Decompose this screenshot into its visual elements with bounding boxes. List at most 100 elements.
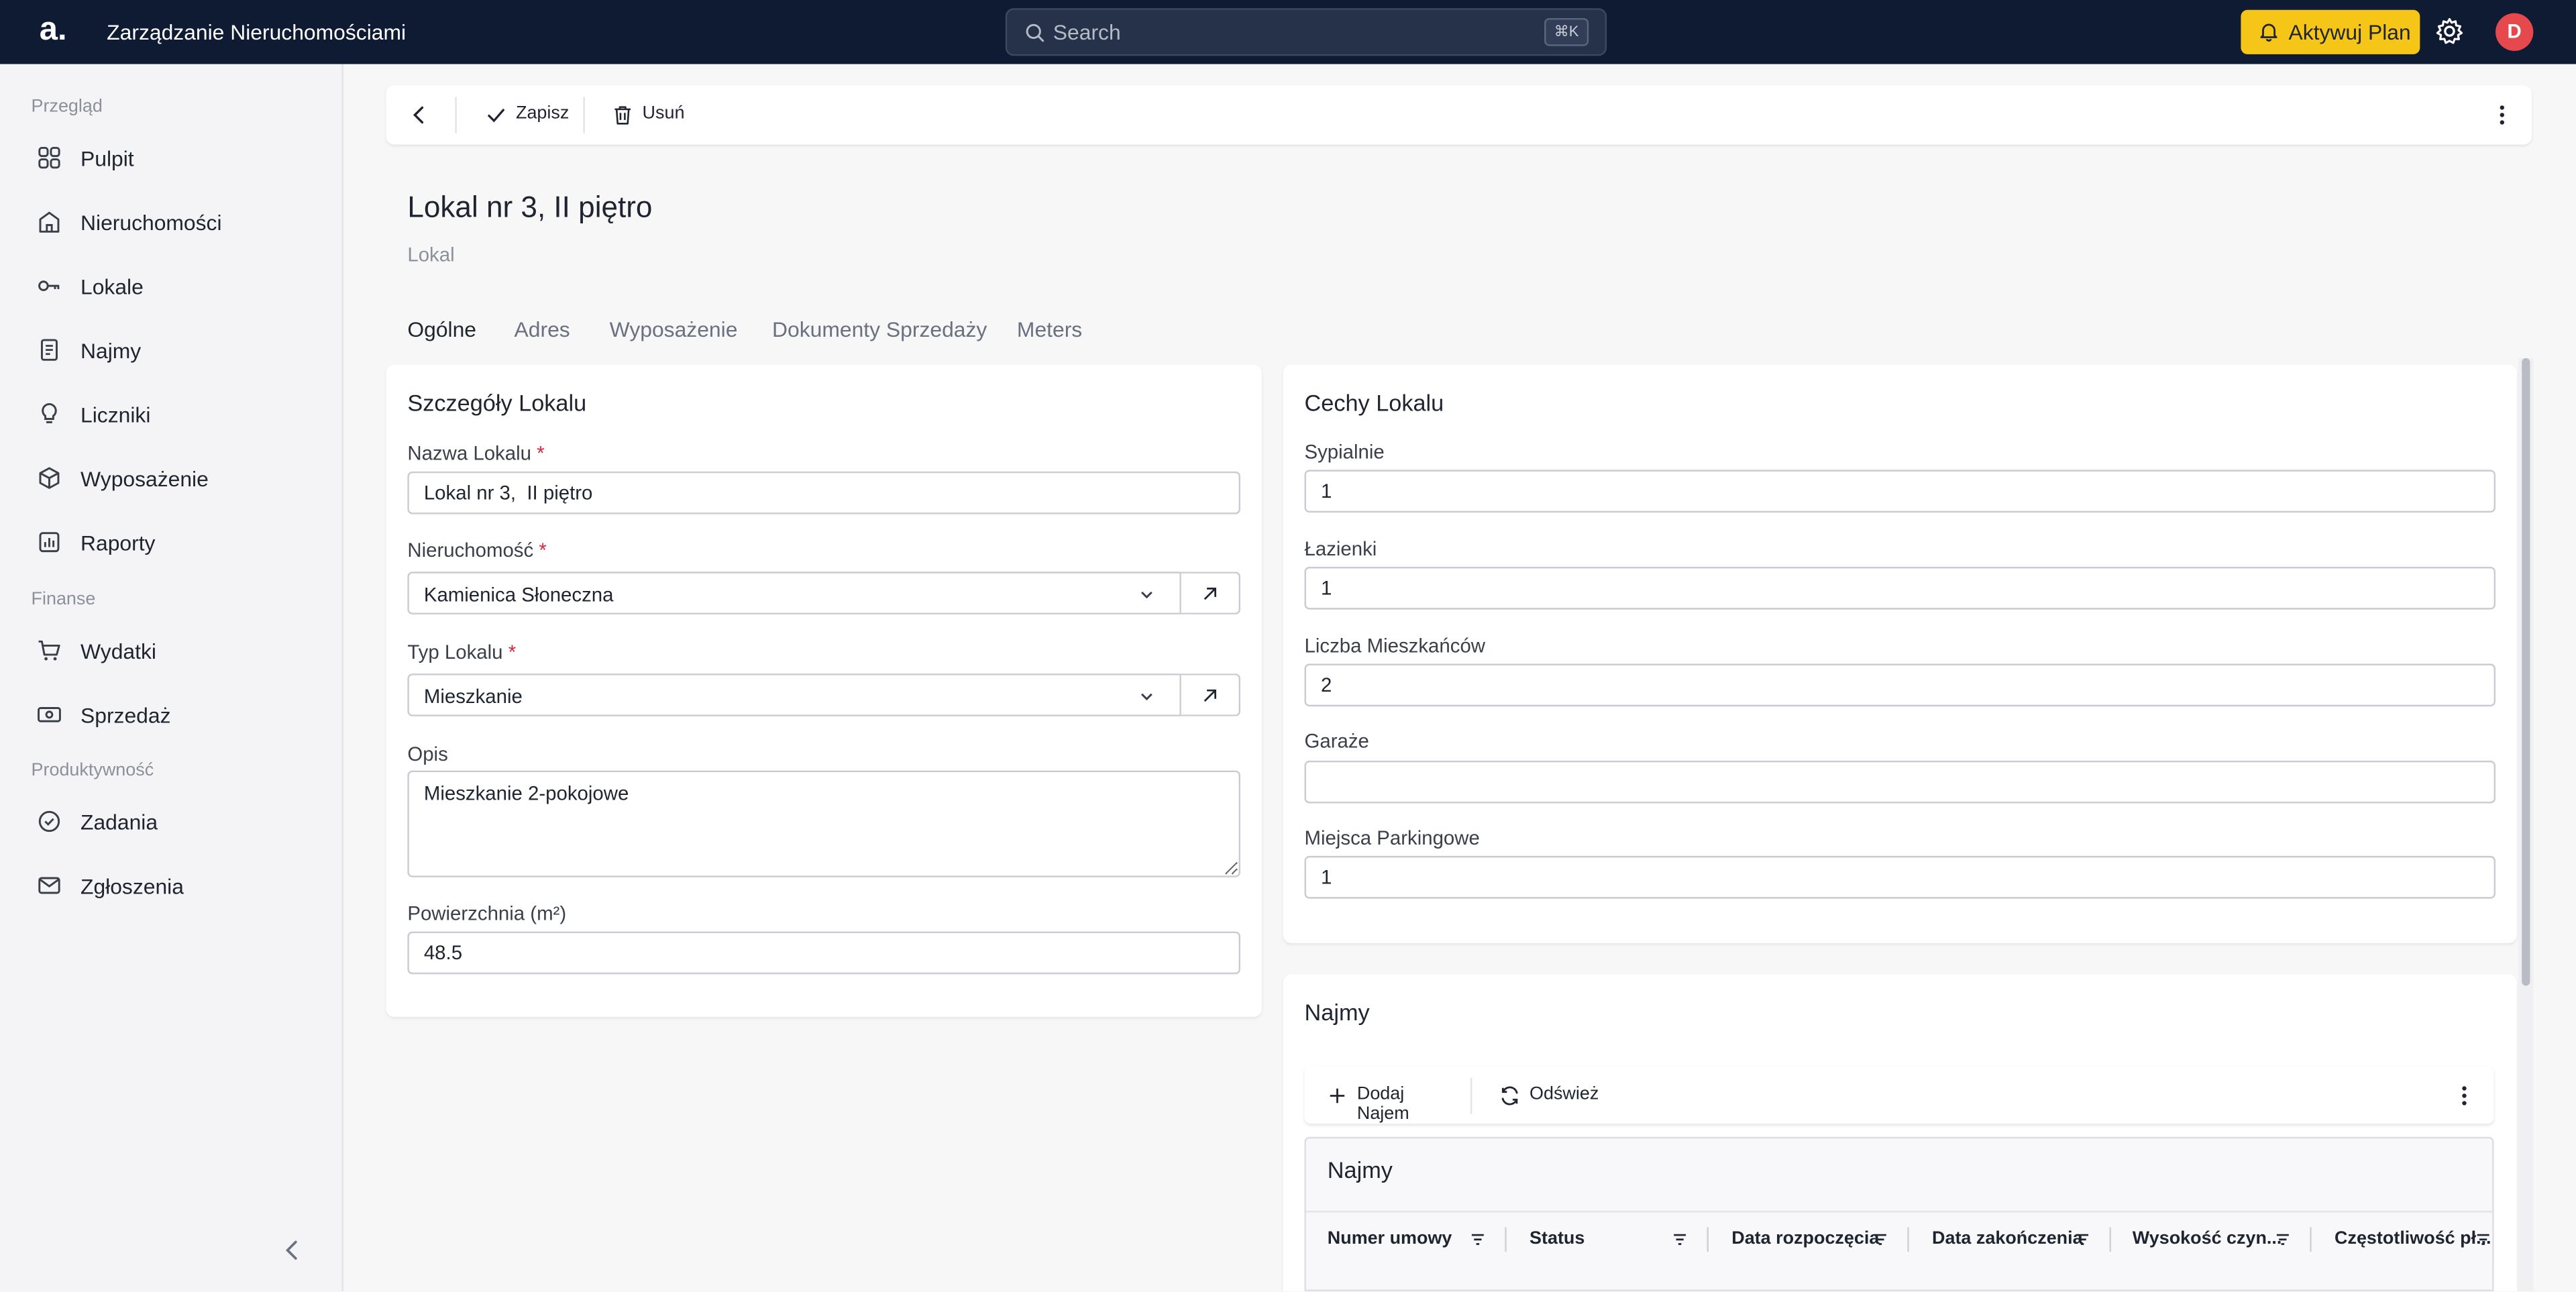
app-logo[interactable]: a. [40,11,67,49]
column-header-contract-number[interactable]: Numer umowy [1328,1229,1452,1248]
property-select[interactable]: Kamienica Słoneczna [407,572,1181,614]
column-divider[interactable] [2310,1227,2312,1252]
check-circle-icon [38,810,60,832]
sidebar-item-label: Najmy [80,338,142,364]
open-property-button[interactable] [1181,572,1240,614]
sidebar-section-overview: Przegląd [31,97,103,117]
property-label: Nieruchomość * [407,539,547,562]
more-vertical-icon[interactable] [2451,1083,2477,1109]
check-icon [488,109,504,123]
search-input[interactable] [1053,16,1530,48]
grid-icon [38,146,60,169]
sidebar-item-meters[interactable]: Liczniki [16,389,325,438]
page-subtitle: Lokal [407,243,455,266]
garages-field[interactable] [1304,760,2496,804]
column-header-status[interactable]: Status [1529,1229,1585,1248]
chart-icon [39,532,60,553]
sidebar-item-expenses[interactable]: Wydatki [16,626,325,675]
top-bar: a. Zarządzanie Nieruchomościami ⌘K Aktyw… [0,0,2576,64]
scrollbar-thumb[interactable] [2522,358,2530,986]
filter-icon[interactable] [1871,1230,1889,1248]
column-divider[interactable] [1707,1227,1709,1252]
unit-type-select[interactable]: Mieszkanie [407,674,1181,716]
toolbar-divider [1470,1077,1472,1114]
filter-icon[interactable] [2474,1230,2492,1248]
sidebar-item-tickets[interactable]: Zgłoszenia [16,861,325,910]
parking-field[interactable] [1304,855,2496,899]
area-label: Powierzchnia (m²) [407,902,567,925]
more-vertical-icon[interactable] [2489,102,2515,128]
add-lease-button[interactable]: Dodaj Najem [1326,1081,1457,1124]
filter-icon[interactable] [1468,1230,1487,1248]
delete-button[interactable]: Usuń [611,100,690,129]
sidebar-item-units[interactable]: Lokale [16,261,325,310]
bedrooms-field[interactable] [1304,470,2496,513]
open-unit-type-button[interactable] [1181,674,1240,716]
residents-field[interactable] [1304,663,2496,707]
column-header-payment-frequency[interactable]: Częstotliwość pł... [2334,1229,2491,1248]
save-button[interactable]: Zapisz [484,100,570,129]
search-icon [1026,23,1044,42]
tab-general[interactable]: Ogólne [407,317,476,342]
search-box[interactable]: ⌘K [1005,8,1607,56]
refresh-button[interactable]: Odśwież [1498,1081,1600,1110]
sidebar-item-tasks[interactable]: Zadania [16,797,325,846]
column-divider[interactable] [1907,1227,1909,1252]
sidebar-item-label: Wyposażenie [80,466,209,492]
back-arrow-icon[interactable] [406,102,432,128]
grid-header-row: Numer umowy Status Data rozpoczęcia Data… [1305,1210,2493,1265]
box-icon [39,467,60,489]
money-icon [38,707,61,722]
area-field[interactable] [407,931,1240,975]
column-header-start-date[interactable]: Data rozpoczęcia [1731,1229,1879,1248]
sidebar-item-leases[interactable]: Najmy [16,325,325,374]
unit-type-label: Typ Lokalu * [407,641,517,664]
sidebar-item-dashboard[interactable]: Pulpit [16,133,325,182]
column-header-rent-amount[interactable]: Wysokość czyn... [2133,1229,2282,1248]
card-title: Najmy [1304,998,1370,1026]
filter-icon[interactable] [2074,1230,2092,1248]
bathrooms-field[interactable] [1304,566,2496,610]
tab-address[interactable]: Adres [515,317,570,342]
description-label: Opis [407,742,448,766]
bulb-icon [42,402,57,423]
user-avatar[interactable]: D [2496,13,2534,51]
sidebar-item-label: Lokale [80,274,144,299]
document-icon [40,339,58,361]
mail-icon [38,877,60,894]
sidebar-section-finance: Finanse [31,590,96,610]
sidebar-item-sales[interactable]: Sprzedaż [16,690,325,739]
sidebar-item-properties[interactable]: Nieruchomości [16,197,325,246]
sidebar-item-label: Zadania [80,810,158,835]
tab-sales-documents[interactable]: Dokumenty Sprzedaży [772,317,987,342]
card-title: Szczegóły Lokalu [407,389,587,416]
column-header-end-date[interactable]: Data zakończenia [1932,1229,2083,1248]
description-field[interactable]: Mieszkanie 2-pokojowe [407,770,1240,877]
tab-meters[interactable]: Meters [1017,317,1082,342]
bedrooms-label: Sypialnie [1304,440,1385,464]
plus-icon [1330,1088,1345,1103]
gear-icon[interactable] [2434,16,2464,46]
activate-plan-button[interactable]: Aktywuj Plan [2241,9,2420,54]
sidebar-section-productivity: Produktywność [31,760,154,781]
sidebar-item-label: Nieruchomości [80,210,222,235]
column-divider[interactable] [1505,1227,1507,1252]
sidebar-item-label: Wydatki [80,639,156,664]
sidebar-item-reports[interactable]: Raporty [16,517,325,566]
main-scrollbar[interactable] [2518,358,2534,1291]
collapse-sidebar-icon[interactable] [279,1237,305,1263]
key-icon [38,280,60,291]
filter-icon[interactable] [1671,1230,1689,1248]
parking-label: Miejsca Parkingowe [1304,826,1480,850]
sidebar-item-equipment[interactable]: Wyposażenie [16,453,325,502]
tab-equipment[interactable]: Wyposażenie [610,317,738,342]
unit-name-field[interactable] [407,471,1240,515]
unit-details-card: Szczegóły Lokalu Nazwa Lokalu * Nierucho… [386,364,1262,1017]
column-divider[interactable] [2109,1227,2111,1252]
activate-plan-label: Aktywuj Plan [2288,19,2411,45]
filter-icon[interactable] [2273,1230,2292,1248]
card-title: Cechy Lokalu [1304,389,1444,416]
unit-features-card: Cechy Lokalu Sypialnie Łazienki Liczba M… [1283,364,2517,943]
required-mark: * [508,641,517,664]
add-lease-label: Dodaj Najem [1356,1084,1409,1124]
